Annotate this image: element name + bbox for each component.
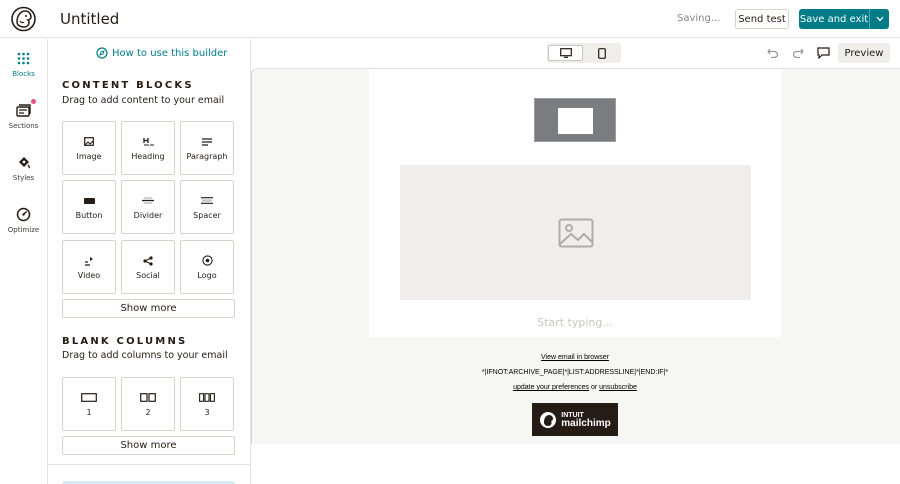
comment-icon xyxy=(816,47,830,59)
rail-label-optimize: Optimize xyxy=(7,226,40,234)
two-column-icon xyxy=(140,393,156,402)
spacer-icon xyxy=(201,197,213,204)
blocks-grid-icon xyxy=(17,52,30,64)
block-tile-spacer[interactable]: Spacer xyxy=(180,180,234,234)
send-test-button[interactable]: Send test xyxy=(735,9,789,29)
blank-columns-subheading: Drag to add columns to your email xyxy=(62,350,228,361)
how-to-label: How to use this builder xyxy=(112,47,228,59)
rail-item-optimize[interactable]: Optimize xyxy=(0,195,47,247)
tile-label: 1 xyxy=(86,407,92,417)
tile-label: Paragraph xyxy=(186,151,228,161)
column-tile-3[interactable]: 3 xyxy=(180,377,234,431)
column-tile-1[interactable]: 1 xyxy=(62,377,116,431)
rail-item-blocks[interactable]: Blocks xyxy=(0,39,47,91)
top-bar: Untitled Saving... Send test Save and ex… xyxy=(0,0,900,38)
block-tile-paragraph[interactable]: Paragraph xyxy=(180,121,234,175)
panel-divider xyxy=(48,464,250,465)
sections-icon xyxy=(16,103,31,117)
block-tile-heading[interactable]: Heading xyxy=(121,121,175,175)
tile-label: Divider xyxy=(133,210,163,220)
blank-columns-heading: BLANK COLUMNS xyxy=(62,336,188,347)
block-tile-logo[interactable]: Logo xyxy=(180,240,234,294)
mobile-icon xyxy=(597,47,606,59)
update-preferences-link[interactable]: update your preferences xyxy=(513,384,589,391)
block-tile-image[interactable]: Image xyxy=(62,121,116,175)
undo-button[interactable] xyxy=(766,46,780,60)
heading-icon xyxy=(142,137,154,145)
save-status: Saving... xyxy=(677,13,721,24)
block-tile-divider[interactable]: Divider xyxy=(121,180,175,234)
redo-icon xyxy=(792,48,804,58)
screenshot-thumbnail-image[interactable] xyxy=(534,98,616,142)
logo-icon xyxy=(201,255,213,266)
social-share-icon xyxy=(143,255,153,266)
column-tile-2[interactable]: 2 xyxy=(121,377,175,431)
notification-dot xyxy=(29,98,37,105)
tile-label: Heading xyxy=(131,151,165,161)
desktop-view-button[interactable] xyxy=(548,45,583,61)
left-rail: Blocks Sections Styles Optimize xyxy=(0,39,47,484)
divider-icon xyxy=(142,197,154,204)
tile-label: 3 xyxy=(204,407,210,417)
footer-preferences: update your preferences or unsubscribe xyxy=(369,384,781,391)
desktop-icon xyxy=(559,48,572,58)
thumbnail-window xyxy=(558,108,593,134)
undo-icon xyxy=(767,48,779,58)
help-compass-icon xyxy=(96,47,108,59)
comments-button[interactable] xyxy=(816,46,830,60)
one-column-icon xyxy=(81,393,97,402)
tile-label: Logo xyxy=(197,270,217,280)
preview-button[interactable]: Preview xyxy=(838,43,890,63)
show-more-columns-button[interactable]: Show more xyxy=(62,436,235,455)
mailchimp-logo-icon[interactable] xyxy=(11,6,36,32)
unsubscribe-link[interactable]: unsubscribe xyxy=(599,384,637,391)
styles-palette-icon xyxy=(18,157,30,169)
tile-label: Image xyxy=(76,151,102,161)
paragraph-icon xyxy=(202,137,212,146)
video-icon xyxy=(85,256,93,266)
tile-label: 2 xyxy=(145,407,151,417)
button-icon xyxy=(83,197,95,204)
three-column-icon xyxy=(199,393,215,402)
chevron-down-icon xyxy=(876,16,883,22)
content-blocks-heading: CONTENT BLOCKS xyxy=(62,80,194,91)
image-placeholder-block[interactable] xyxy=(400,165,751,300)
rail-label-sections: Sections xyxy=(8,122,39,130)
campaign-title[interactable]: Untitled xyxy=(60,10,119,28)
rail-item-sections[interactable]: Sections xyxy=(0,91,47,143)
footer-view-in-browser[interactable]: View email in browser xyxy=(369,354,781,361)
block-tile-video[interactable]: Video xyxy=(62,240,116,294)
freddie-logo-icon xyxy=(540,411,557,428)
redo-button[interactable] xyxy=(791,46,805,60)
canvas-footer-area xyxy=(251,444,900,484)
tile-label: Spacer xyxy=(193,210,221,220)
mobile-view-button[interactable] xyxy=(584,45,619,61)
image-placeholder-icon xyxy=(558,218,593,247)
save-and-exit-button[interactable]: Save and exit xyxy=(799,9,869,29)
block-tile-social[interactable]: Social xyxy=(121,240,175,294)
tile-label: Button xyxy=(75,210,103,220)
view-in-browser-link[interactable]: View email in browser xyxy=(541,354,609,361)
content-blocks-subheading: Drag to add content to your email xyxy=(62,95,225,106)
rail-item-styles[interactable]: Styles xyxy=(0,143,47,195)
rail-label-styles: Styles xyxy=(12,174,35,182)
save-options-dropdown[interactable] xyxy=(869,9,889,29)
text-block-placeholder[interactable]: Start typing... xyxy=(369,316,781,329)
device-toggle xyxy=(547,43,621,63)
badge-text: INTUIT mailchimp xyxy=(561,412,611,429)
how-to-link[interactable]: How to use this builder xyxy=(96,47,227,59)
footer-address: *|IFNOT:ARCHIVE_PAGE|*|LIST:ADDRESSLINE|… xyxy=(481,369,669,376)
tile-label: Video xyxy=(77,270,101,280)
footer-or: or xyxy=(590,384,598,391)
rail-label-blocks: Blocks xyxy=(12,70,35,78)
show-more-blocks-button[interactable]: Show more xyxy=(62,299,235,318)
intuit-mailchimp-badge[interactable]: INTUIT mailchimp xyxy=(532,403,618,436)
tile-label: Social xyxy=(136,270,160,280)
badge-line2: mailchimp xyxy=(561,417,611,429)
block-tile-button[interactable]: Button xyxy=(62,180,116,234)
optimize-gauge-icon xyxy=(16,207,31,221)
image-icon xyxy=(84,137,94,146)
